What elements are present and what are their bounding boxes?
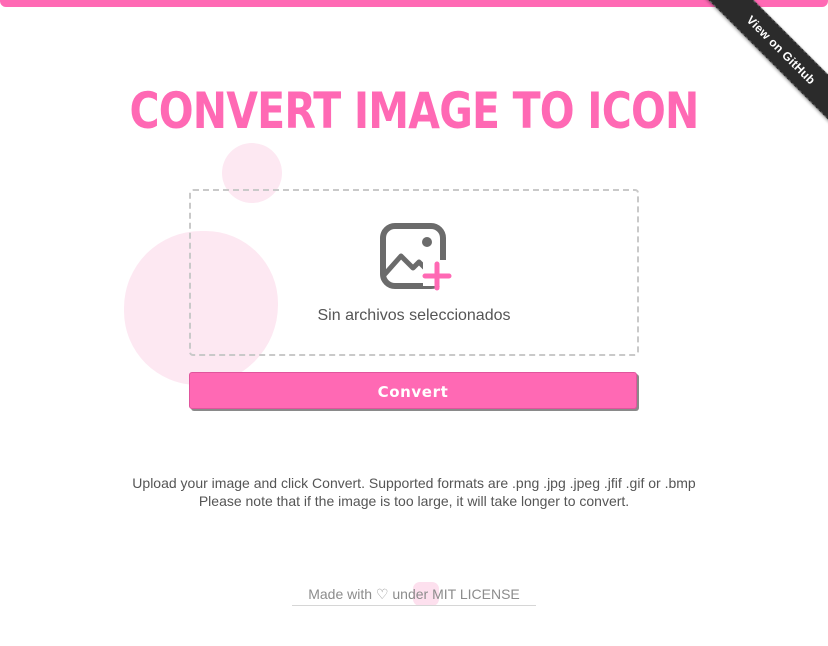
page-title: CONVERT IMAGE TO ICON [129, 82, 699, 140]
heart-icon: ♡ [375, 586, 389, 602]
convert-button[interactable]: Convert [189, 372, 637, 409]
footer-under: under [392, 586, 429, 602]
mit-license-link[interactable]: MIT LICENSE [432, 586, 520, 602]
info-text: Upload your image and click Convert. Sup… [0, 474, 828, 510]
footer: Made with ♡ under MIT LICENSE [292, 586, 536, 606]
page: View on GitHub CONVERT IMAGE TO ICON Sin… [0, 0, 828, 646]
image-add-icon[interactable] [379, 222, 453, 296]
info-line-formats: Upload your image and click Convert. Sup… [132, 475, 696, 491]
info-line-size-note: Please note that if the image is too lar… [198, 493, 630, 509]
file-status-text: Sin archivos seleccionados [317, 307, 511, 324]
footer-made-with: Made with [308, 586, 373, 602]
